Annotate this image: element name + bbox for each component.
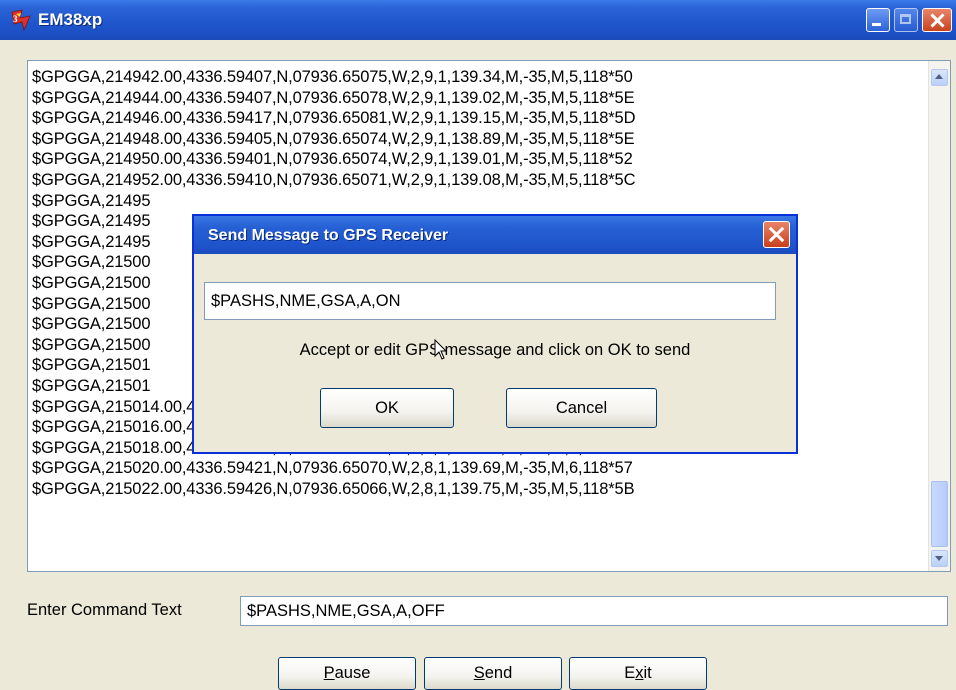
exit-button[interactable]: Exit — [569, 657, 707, 690]
scrollbar-thumb[interactable] — [931, 481, 948, 547]
dialog-title: Send Message to GPS Receiver — [208, 227, 449, 244]
log-line: $GPGGA,214948.00,4336.59405,N,07936.6507… — [32, 129, 635, 148]
send-button[interactable]: Send — [424, 657, 562, 690]
log-line: $GPGGA,215020.00,4336.59421,N,07936.6507… — [32, 459, 633, 478]
close-icon[interactable] — [763, 221, 790, 248]
scroll-up-button[interactable] — [931, 69, 948, 86]
title-bar[interactable]: 3 EM38xp — [0, 0, 956, 40]
dialog-instruction: Accept or edit GPS message and click on … — [299, 341, 691, 359]
chevron-up-icon — [935, 74, 943, 79]
log-line: $GPGGA,214952.00,4336.59410,N,07936.6507… — [32, 170, 636, 189]
minimize-icon[interactable] — [866, 8, 890, 32]
command-text-input[interactable] — [240, 596, 948, 626]
dialog-title-bar[interactable]: Send Message to GPS Receiver — [194, 216, 796, 254]
log-line: $GPGGA,214950.00,4336.59401,N,07936.6507… — [32, 150, 633, 169]
em38-app-icon: 3 — [11, 9, 31, 32]
pause-button[interactable]: Pause — [278, 657, 416, 690]
log-line: $GPGGA,214944.00,4336.59407,N,07936.6507… — [32, 88, 635, 107]
ok-button[interactable]: OK — [320, 388, 454, 428]
gps-message-input[interactable] — [204, 282, 776, 320]
log-line: $GPGGA,214946.00,4336.59417,N,07936.6508… — [32, 109, 636, 128]
vertical-scrollbar[interactable] — [928, 61, 950, 571]
log-line: $GPGGA,215022.00,4336.59426,N,07936.6506… — [32, 479, 635, 498]
log-line: $GPGGA,21495 — [32, 191, 151, 210]
send-message-dialog: Send Message to GPS Receiver Accept or e… — [192, 214, 798, 454]
mouse-pointer-icon — [434, 339, 448, 360]
chevron-down-icon — [935, 556, 943, 561]
close-icon[interactable] — [922, 8, 952, 32]
svg-text:3: 3 — [13, 14, 18, 24]
em38xp-window: 3 EM38xp $GPGGA,214942.00,4336.59407,N,0… — [0, 0, 956, 690]
window-title: EM38xp — [38, 10, 103, 29]
scroll-down-button[interactable] — [931, 550, 948, 567]
log-line: $GPGGA,214942.00,4336.59407,N,07936.6507… — [32, 68, 633, 86]
cancel-button[interactable]: Cancel — [506, 388, 657, 428]
command-text-label: Enter Command Text — [27, 601, 182, 619]
maximize-icon[interactable] — [894, 8, 918, 32]
